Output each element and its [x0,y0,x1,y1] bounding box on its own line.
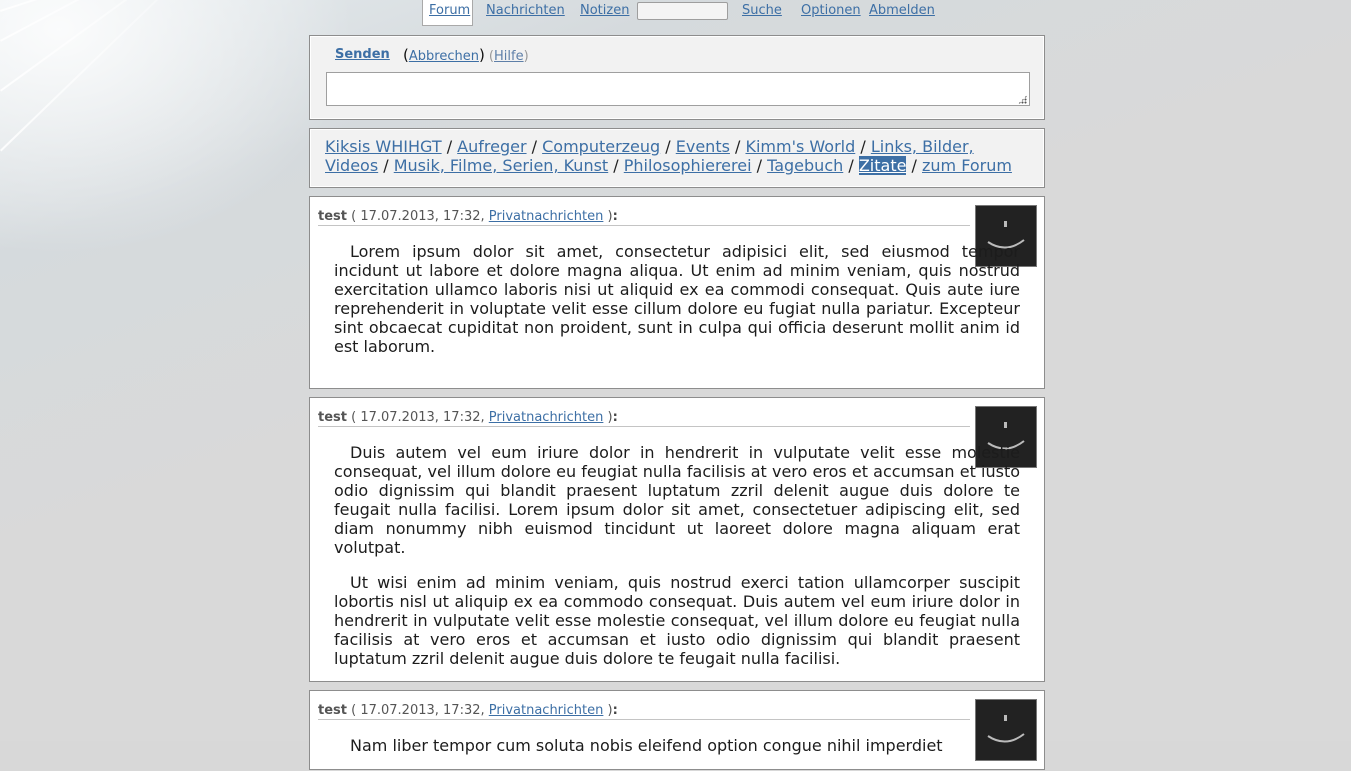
post-header: test ( 17.07.2013, 17:32, Privatnachrich… [318,209,970,226]
post-date: 17.07.2013, 17:32, [360,209,485,224]
post-paragraph: Nam liber tempor cum soluta nobis eleife… [350,736,943,755]
compose-panel: Senden (Abbrechen) (Hilfe) [309,35,1045,120]
category-link[interactable]: Musik, Filme, Serien, Kunst [394,156,608,175]
category-link[interactable]: Kimm's World [745,137,855,156]
post-paragraph: Lorem ipsum dolor sit amet, consectetur … [334,242,1020,356]
category-link[interactable]: Philosophiererei [624,156,752,175]
nav-link-options[interactable]: Optionen [801,3,861,18]
help-link[interactable]: Hilfe [494,49,524,64]
category-link[interactable]: Aufreger [457,137,526,156]
private-message-link[interactable]: Privatnachrichten [489,703,604,718]
private-message-link[interactable]: Privatnachrichten [489,410,604,425]
search-input[interactable] [637,2,728,20]
send-button[interactable]: Senden [335,47,390,62]
post: test ( 17.07.2013, 17:32, Privatnachrich… [309,196,1045,389]
nav-link-search[interactable]: Suche [742,3,782,18]
post-body: Nam liber tempor cum soluta nobis eleife… [334,736,1020,771]
post-body: Duis autem vel eum iriure dolor in hendr… [334,443,1020,684]
nav-link-logout[interactable]: Abmelden [869,3,935,18]
nav-tab-forum[interactable]: Forum [422,0,473,26]
category-link[interactable]: Computerzeug [542,137,660,156]
post-header: test ( 17.07.2013, 17:32, Privatnachrich… [318,410,970,427]
post-header: test ( 17.07.2013, 17:32, Privatnachrich… [318,703,970,720]
post-author: test [318,209,347,224]
category-link[interactable]: Events [676,137,730,156]
post-date: 17.07.2013, 17:32, [360,410,485,425]
category-breadcrumb: Kiksis WHIHGT / Aufreger / Computerzeug … [309,128,1045,188]
private-message-link[interactable]: Privatnachrichten [489,209,604,224]
compose-textarea[interactable] [326,72,1030,106]
category-link-active[interactable]: Zitate [858,156,907,175]
post-date: 17.07.2013, 17:32, [360,703,485,718]
category-link[interactable]: Tagebuch [767,156,843,175]
post-paragraph: Duis autem vel eum iriure dolor in hendr… [334,443,1020,557]
post-author: test [318,410,347,425]
post: test ( 17.07.2013, 17:32, Privatnachrich… [309,690,1045,770]
nav-link-notes[interactable]: Notizen [580,3,629,18]
post: test ( 17.07.2013, 17:32, Privatnachrich… [309,397,1045,682]
post-author: test [318,703,347,718]
category-link[interactable]: Kiksis WHIHGT [325,137,442,156]
cancel-link[interactable]: Abbrechen [409,49,479,64]
post-body: Lorem ipsum dolor sit amet, consectetur … [334,242,1020,372]
post-paragraph: Ut wisi enim ad minim veniam, quis nostr… [334,573,1020,668]
nav-forum-label[interactable]: Forum [429,3,470,18]
compose-links: (Abbrechen) (Hilfe) [403,46,529,64]
back-to-forum-link[interactable]: zum Forum [922,156,1012,175]
nav-link-messages[interactable]: Nachrichten [486,3,565,18]
